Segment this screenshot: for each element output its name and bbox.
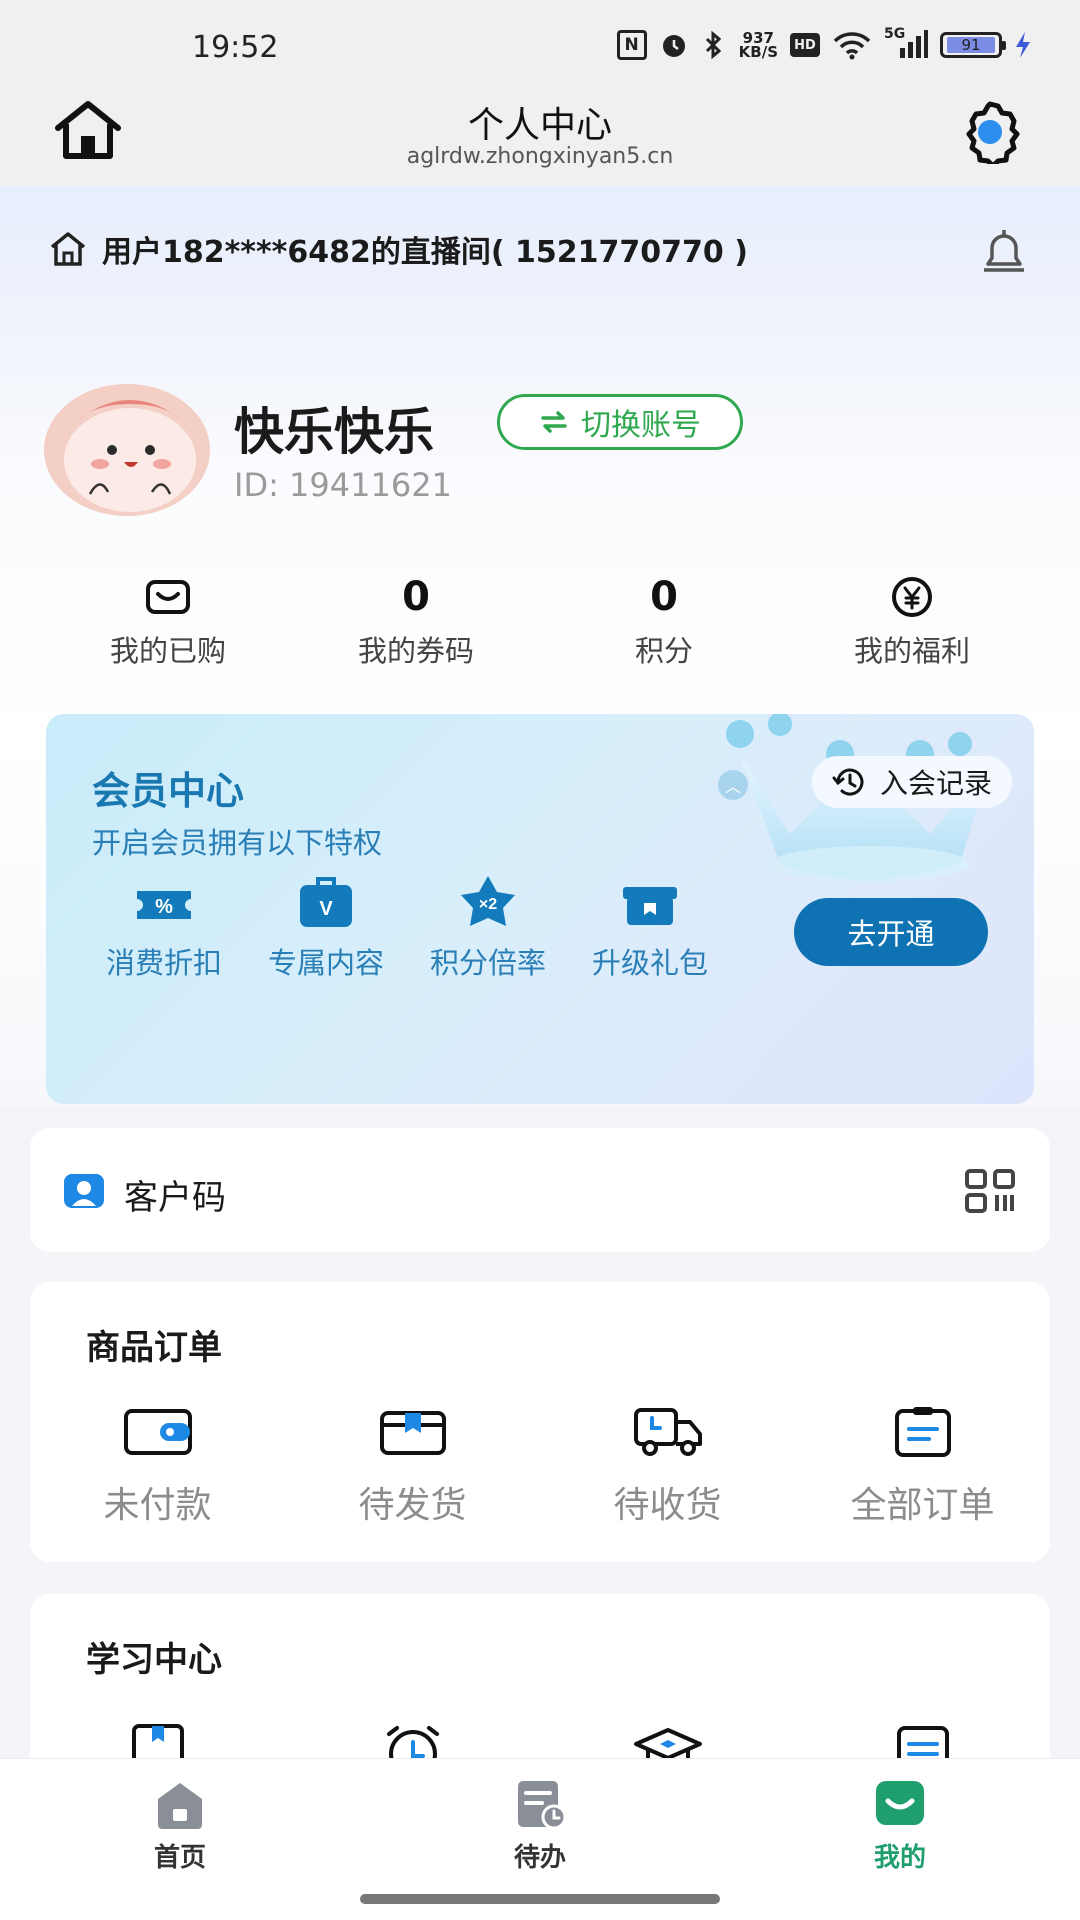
order-all[interactable]: 全部订单 <box>795 1404 1050 1528</box>
yuan-coin-icon <box>892 577 932 617</box>
mine-tab-icon <box>876 1781 924 1825</box>
box-icon <box>377 1404 449 1460</box>
points-multiplier-icon: ×2 <box>455 874 521 932</box>
house-icon <box>50 232 86 266</box>
membership-record-button[interactable]: 入会记录 <box>811 756 1012 808</box>
customer-id-icon <box>64 1174 104 1208</box>
wallet-icon <box>122 1404 194 1460</box>
qr-code-icon[interactable] <box>964 1168 1016 1214</box>
perk-glyph: ×2 <box>479 896 497 913</box>
live-room-title: 用户182****6482的直播间( 1521770770 ) <box>102 235 748 270</box>
stat-value: 0 <box>402 574 430 620</box>
status-time: 19:52 <box>192 30 279 65</box>
clipboard-icon <box>887 1404 959 1460</box>
stat-label: 积分 <box>634 634 693 668</box>
vip-perks: % 消费折扣 V 专属内容 ×2 积分倍率 升级礼包 <box>92 874 722 982</box>
stat-label: 我的福利 <box>853 634 970 668</box>
gear-icon <box>966 101 1020 169</box>
title-bar: 个人中心 aglrdw.zhongxinyan5.cn <box>0 92 1080 186</box>
vip-content-icon: V <box>293 874 359 932</box>
stat-label: 我的券码 <box>357 634 474 668</box>
vip-title: 会员中心 <box>92 769 245 813</box>
battery-level: 91 <box>947 37 995 53</box>
gift-icon <box>617 874 683 932</box>
order-unpaid[interactable]: 未付款 <box>30 1404 285 1528</box>
membership-record-label: 入会记录 <box>879 767 992 800</box>
net-speed-unit: KB/S <box>738 43 778 61</box>
net-speed: 937 KB/S <box>739 30 778 60</box>
stat-points[interactable]: 0 积分 <box>540 572 788 672</box>
discount-icon: % <box>131 874 197 932</box>
hd-icon: HD <box>790 33 820 57</box>
cell-signal-icon: 5G <box>884 26 928 60</box>
switch-account-button[interactable]: 切换账号 <box>497 394 743 450</box>
bell-icon[interactable] <box>976 224 1032 280</box>
stat-purchased[interactable]: 我的已购 <box>44 572 292 672</box>
live-room-bar[interactable]: 用户182****6482的直播间( 1521770770 ) <box>48 216 1032 282</box>
todo-tab-icon <box>518 1781 567 1829</box>
tab-home[interactable]: 首页 <box>0 1759 360 1920</box>
page-title: 个人中心 <box>467 105 612 146</box>
signal-label: 5G <box>884 26 906 42</box>
wifi-icon <box>832 30 872 60</box>
customer-code-card[interactable]: 客户码 <box>30 1128 1050 1252</box>
switch-account-label: 切换账号 <box>581 408 701 443</box>
truck-icon <box>632 1404 704 1460</box>
chevron-up-icon[interactable]: ︿ <box>718 770 748 800</box>
stat-label: 我的已购 <box>109 634 226 668</box>
avatar[interactable] <box>44 384 210 516</box>
perk-label: 升级礼包 <box>591 946 708 980</box>
status-icons: N 937 KB/S HD 5G 91 <box>616 26 1032 60</box>
vip-subtitle: 开启会员拥有以下特权 <box>92 826 383 860</box>
bag-icon <box>146 580 190 614</box>
perk-discount: % 消费折扣 <box>92 874 236 982</box>
perk-label: 专属内容 <box>267 946 384 980</box>
swap-icon <box>541 411 567 433</box>
order-label: 待收货 <box>613 1485 722 1526</box>
order-label: 待发货 <box>358 1485 467 1526</box>
home-indicator[interactable] <box>360 1894 720 1904</box>
order-label: 未付款 <box>103 1485 212 1526</box>
charging-icon <box>1014 30 1032 60</box>
order-to-receive[interactable]: 待收货 <box>540 1404 795 1528</box>
perk-glyph: V <box>319 898 333 920</box>
order-to-ship[interactable]: 待发货 <box>285 1404 540 1528</box>
perk-glyph: % <box>155 896 173 918</box>
home-tab-icon <box>158 1783 202 1829</box>
user-id: ID: 19411621 <box>234 466 452 504</box>
nfc-icon: N <box>616 30 647 60</box>
username: 快乐快乐 <box>234 403 434 461</box>
vip-center-card: 会员中心 开启会员拥有以下特权 ︿ 入会记录 % 消费折扣 V 专属内容 ×2 … <box>46 714 1034 1104</box>
orders-title: 商品订单 <box>86 1328 222 1368</box>
perk-upgrade-gift: 升级礼包 <box>578 874 722 982</box>
perk-label: 积分倍率 <box>429 946 546 980</box>
tab-label: 待办 <box>513 1843 566 1873</box>
history-icon <box>832 768 864 796</box>
perk-label: 消费折扣 <box>105 946 222 980</box>
perk-points-multiplier: ×2 积分倍率 <box>416 874 560 982</box>
status-bar: 19:52 N 937 KB/S HD 5G 91 <box>0 0 1080 92</box>
stats-row: 我的已购 0 我的券码 0 积分 我的福利 <box>44 572 1036 672</box>
order-label: 全部订单 <box>850 1485 995 1526</box>
perk-exclusive-content: V 专属内容 <box>254 874 398 982</box>
customer-code-title: 客户码 <box>124 1178 226 1218</box>
crown-icon <box>726 714 990 882</box>
settings-button[interactable] <box>954 100 1026 169</box>
alarm-icon <box>659 30 689 60</box>
orders-card: 商品订单 未付款 待发货 待收货 全部订单 <box>30 1282 1050 1562</box>
open-membership-button[interactable]: 去开通 <box>794 898 988 966</box>
study-title: 学习中心 <box>86 1640 222 1680</box>
stat-benefits[interactable]: 我的福利 <box>788 572 1036 672</box>
battery-icon: 91 <box>940 32 1006 58</box>
stat-value: 0 <box>650 574 678 620</box>
tab-mine[interactable]: 我的 <box>720 1759 1080 1920</box>
page-url: aglrdw.zhongxinyan5.cn <box>406 144 674 169</box>
bluetooth-icon <box>701 30 727 60</box>
stat-coupons[interactable]: 0 我的券码 <box>292 572 540 672</box>
tab-label: 我的 <box>873 1843 926 1873</box>
orders-grid: 未付款 待发货 待收货 全部订单 <box>30 1404 1050 1528</box>
tab-label: 首页 <box>153 1843 206 1873</box>
